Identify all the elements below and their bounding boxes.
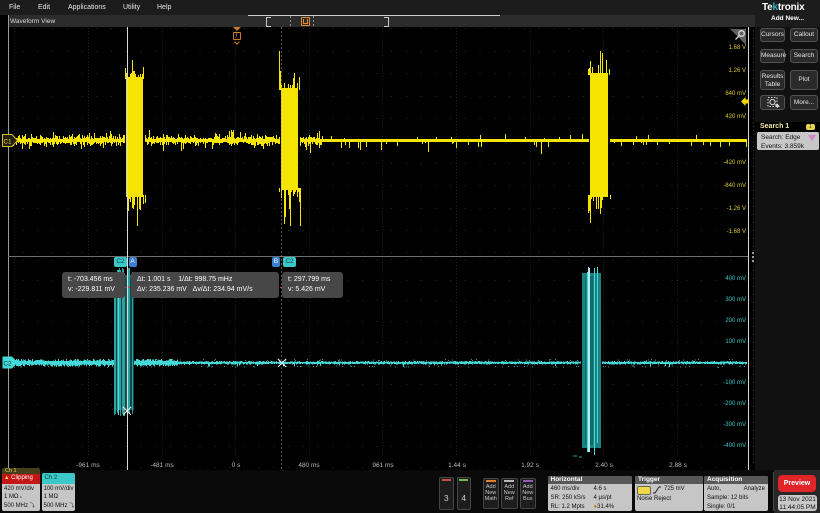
svg-text:C1: C1 — [3, 139, 12, 146]
svg-text:C2: C2 — [3, 361, 12, 368]
